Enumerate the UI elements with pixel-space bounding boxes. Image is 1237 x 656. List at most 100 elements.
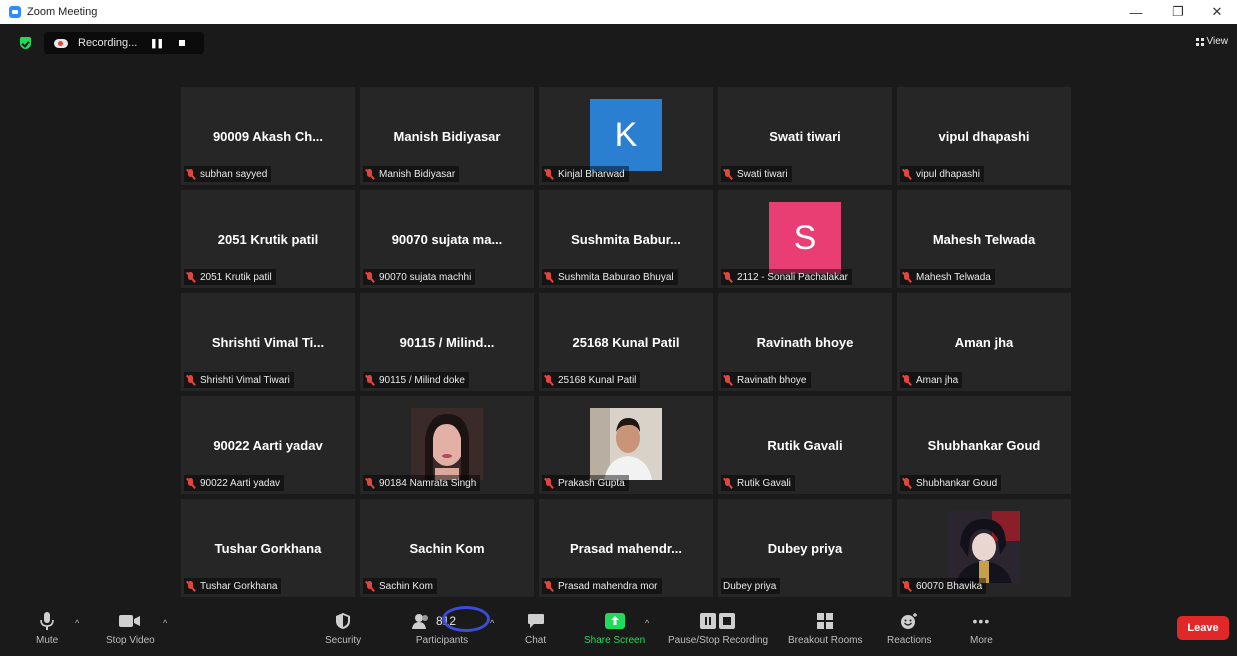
participants-chevron-icon[interactable]: ^ <box>490 618 494 628</box>
more-dots-icon: ••• <box>972 613 991 629</box>
participant-display-name: 25168 Kunal Patil <box>572 335 680 350</box>
participant-name-label: 90070 sujata machhi <box>363 269 476 285</box>
muted-mic-icon <box>723 168 732 180</box>
participant-tile[interactable]: K Kinjal Bharwad <box>539 87 713 185</box>
participant-tile[interactable]: 90022 Aarti yadav 90022 Aarti yadav <box>181 396 355 494</box>
maximize-button[interactable]: ❐ <box>1158 0 1198 24</box>
participant-display-name: Dubey priya <box>767 541 843 556</box>
view-button[interactable]: View <box>1195 36 1228 47</box>
profile-photo <box>590 408 662 480</box>
participant-tile[interactable]: 2051 Krutik patil 2051 Krutik patil <box>181 190 355 288</box>
participant-tile[interactable]: vipul dhapashi vipul dhapashi <box>897 87 1071 185</box>
participant-tile[interactable]: 90070 sujata ma... 90070 sujata machhi <box>360 190 534 288</box>
participant-name-label: Manish Bidiyasar <box>363 166 460 182</box>
chat-button[interactable]: Chat <box>525 610 546 646</box>
muted-mic-icon <box>544 271 553 283</box>
participant-name-label: 90184 Namrata Singh <box>363 475 481 491</box>
participant-tile[interactable]: Mahesh Telwada Mahesh Telwada <box>897 190 1071 288</box>
participant-tile[interactable]: 90115 / Milind... 90115 / Milind doke <box>360 293 534 391</box>
breakout-rooms-button[interactable]: Breakout Rooms <box>788 610 862 646</box>
security-button[interactable]: Security <box>325 610 361 646</box>
participant-tile[interactable]: Aman jha Aman jha <box>897 293 1071 391</box>
video-options-chevron-icon[interactable]: ^ <box>163 618 167 628</box>
encryption-shield-icon[interactable] <box>20 37 31 49</box>
avatar: K <box>590 99 662 171</box>
participant-tile[interactable]: Ravinath bhoye Ravinath bhoye <box>718 293 892 391</box>
leave-button[interactable]: Leave <box>1177 616 1229 640</box>
participant-tile[interactable]: 90009 Akash Ch... subhan sayyed <box>181 87 355 185</box>
reactions-button[interactable]: Reactions <box>887 610 931 646</box>
zoom-app-icon <box>9 6 21 18</box>
muted-mic-icon <box>723 374 732 386</box>
muted-mic-icon <box>902 374 911 386</box>
participant-display-name: Manish Bidiyasar <box>393 129 501 144</box>
participant-tile[interactable]: Prakash Gupta <box>539 396 713 494</box>
participant-name-label: 2051 Krutik patil <box>184 269 276 285</box>
stop-video-button[interactable]: Stop Video <box>106 610 155 646</box>
participant-name-label: Mahesh Telwada <box>900 269 995 285</box>
participant-display-name: 90115 / Milind... <box>399 335 495 350</box>
video-camera-icon <box>118 610 142 632</box>
participant-tile[interactable]: Swati tiwari Swati tiwari <box>718 87 892 185</box>
muted-mic-icon <box>186 580 195 592</box>
close-button[interactable]: ✕ <box>1197 0 1237 24</box>
participant-tile[interactable]: Sachin Kom Sachin Kom <box>360 499 534 597</box>
meeting-controls-toolbar: Mute ^ Stop Video ^ Security 812 Partici… <box>8 604 1237 656</box>
audio-options-chevron-icon[interactable]: ^ <box>75 618 79 628</box>
participant-tile[interactable]: Rutik Gavali Rutik Gavali <box>718 396 892 494</box>
muted-mic-icon <box>365 271 374 283</box>
participant-name-label: 60070 Bhavika <box>900 578 987 594</box>
participant-tile[interactable]: S 2112 - Sonali Pachalakar <box>718 190 892 288</box>
participant-tile[interactable]: Shrishti Vimal Ti... Shrishti Vimal Tiwa… <box>181 293 355 391</box>
participant-count-highlight <box>442 606 490 632</box>
muted-mic-icon <box>723 477 732 489</box>
participant-display-name: Aman jha <box>954 335 1014 350</box>
muted-mic-icon <box>902 477 911 489</box>
participant-display-name: 90070 sujata ma... <box>391 232 503 247</box>
participant-name-label: Ravinath bhoye <box>721 372 811 388</box>
participant-name-label: Dubey priya <box>721 578 781 594</box>
muted-mic-icon <box>365 168 374 180</box>
participant-tile[interactable]: Shubhankar Goud Shubhankar Goud <box>897 396 1071 494</box>
muted-mic-icon <box>186 168 195 180</box>
participant-name-label: Sachin Kom <box>363 578 437 594</box>
participant-name-label: Rutik Gavali <box>721 475 795 491</box>
participant-name-label: Tushar Gorkhana <box>184 578 282 594</box>
muted-mic-icon <box>186 271 195 283</box>
participant-name-label: 90115 / Milind doke <box>363 372 469 388</box>
recording-status: Recording... <box>78 37 138 49</box>
participant-name-label: vipul dhapashi <box>900 166 984 182</box>
minimize-button[interactable]: — <box>1116 0 1156 24</box>
recording-indicator: Recording... ❚❚ <box>44 32 204 54</box>
pause-recording-icon[interactable]: ❚❚ <box>150 38 164 49</box>
participant-display-name: Tushar Gorkhana <box>214 541 322 556</box>
muted-mic-icon <box>365 477 374 489</box>
share-options-chevron-icon[interactable]: ^ <box>645 618 649 628</box>
participant-tile[interactable]: Dubey priya Dubey priya <box>718 499 892 597</box>
participant-tile[interactable]: Prasad mahendr... Prasad mahendra mor <box>539 499 713 597</box>
mute-button[interactable]: Mute <box>36 610 58 646</box>
participant-tile[interactable]: 90184 Namrata Singh <box>360 396 534 494</box>
participant-name-label: Sushmita Baburao Bhuyal <box>542 269 678 285</box>
participant-name-label: Kinjal Bharwad <box>542 166 629 182</box>
share-screen-button[interactable]: Share Screen <box>584 610 645 646</box>
muted-mic-icon <box>544 580 553 592</box>
muted-mic-icon <box>902 580 911 592</box>
meeting-top-bar: Recording... ❚❚ View <box>8 24 1237 62</box>
participant-tile[interactable]: 60070 Bhavika <box>897 499 1071 597</box>
participant-tile[interactable]: Tushar Gorkhana Tushar Gorkhana <box>181 499 355 597</box>
participant-tile[interactable]: Manish Bidiyasar Manish Bidiyasar <box>360 87 534 185</box>
grid-view-icon <box>1195 37 1204 46</box>
participant-tile[interactable]: Sushmita Babur... Sushmita Baburao Bhuya… <box>539 190 713 288</box>
pause-stop-recording-button[interactable]: Pause/Stop Recording <box>668 610 768 646</box>
breakout-rooms-icon <box>816 610 834 632</box>
participant-name-label: Aman jha <box>900 372 963 388</box>
title-bar: Zoom Meeting — ❐ ✕ <box>0 0 1237 24</box>
participant-display-name: Mahesh Telwada <box>932 232 1036 247</box>
participant-tile[interactable]: 25168 Kunal Patil 25168 Kunal Patil <box>539 293 713 391</box>
more-button[interactable]: ••• More <box>970 610 993 646</box>
participant-name-label: subhan sayyed <box>184 166 272 182</box>
stop-recording-icon[interactable] <box>179 40 186 46</box>
muted-mic-icon <box>365 580 374 592</box>
avatar: S <box>769 202 841 274</box>
